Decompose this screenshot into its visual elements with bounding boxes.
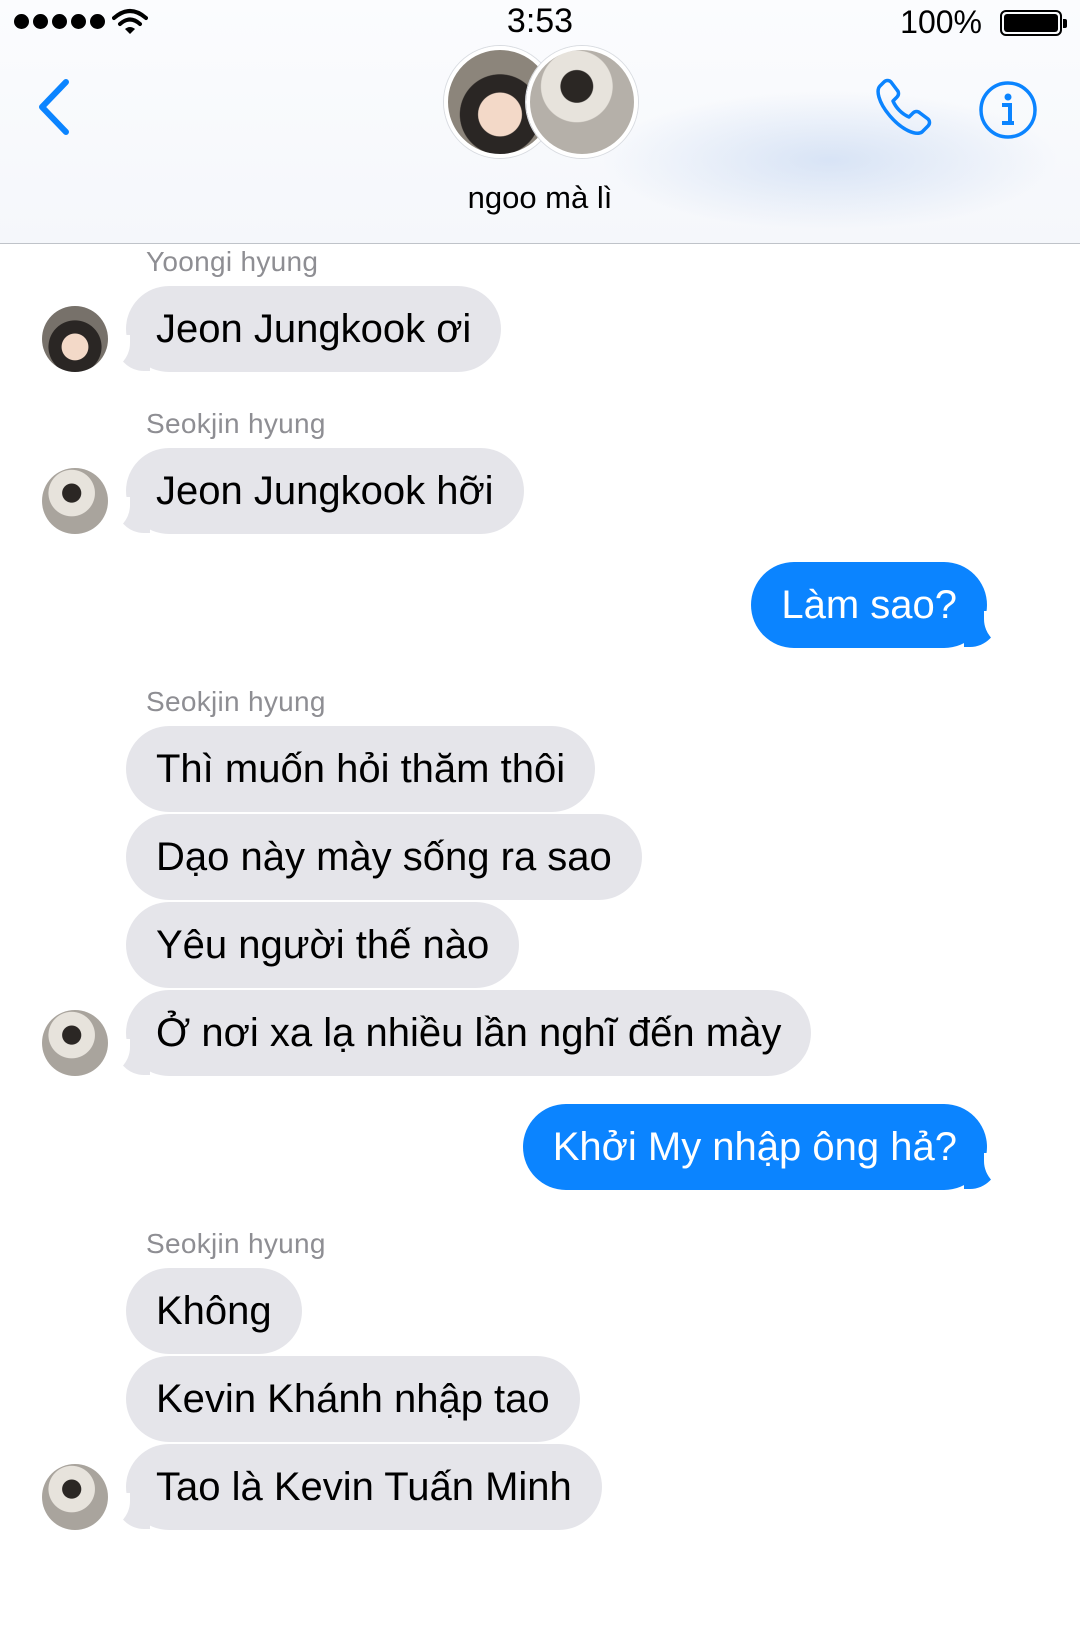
avatar bbox=[526, 46, 638, 158]
back-button[interactable] bbox=[34, 78, 74, 136]
sender-label: Yoongi hyung bbox=[146, 246, 319, 277]
message-bubble-incoming[interactable]: Yêu người thế nào bbox=[126, 902, 520, 988]
message-bubble-outgoing[interactable]: Khởi My nhập ông hả? bbox=[522, 1104, 987, 1190]
bubble-tail bbox=[102, 1493, 150, 1529]
message-bubble-incoming[interactable]: Dạo này mày sống ra sao bbox=[126, 814, 642, 900]
message-bubble-incoming[interactable]: Jeon Jungkook hỡi bbox=[126, 448, 524, 534]
message-bubble-incoming[interactable]: Không bbox=[126, 1268, 302, 1354]
sender-label: Seokjin hyung bbox=[146, 408, 326, 439]
message-bubble-outgoing[interactable]: Làm sao? bbox=[751, 562, 987, 648]
bubble-tail bbox=[102, 1039, 150, 1075]
message-bubble-incoming[interactable]: Jeon Jungkook ơi bbox=[126, 286, 502, 372]
message-bubble-incoming[interactable]: Ở nơi xa lạ nhiều lần nghĩ đến mày bbox=[126, 990, 812, 1076]
phone-icon[interactable] bbox=[872, 78, 934, 140]
message-bubble-incoming[interactable]: Thì muốn hỏi thăm thôi bbox=[126, 726, 596, 812]
message-bubble-incoming[interactable]: Kevin Khánh nhập tao bbox=[126, 1356, 580, 1442]
bubble-tail bbox=[102, 335, 150, 371]
message-thread[interactable]: Yoongi hyung Jeon Jungkook ơi Seokjin hy… bbox=[0, 244, 1080, 1643]
battery-percentage: 100% bbox=[900, 4, 982, 40]
battery-icon bbox=[1000, 10, 1067, 36]
message-bubble-incoming[interactable]: Tao là Kevin Tuấn Minh bbox=[126, 1444, 602, 1530]
bubble-tail bbox=[102, 497, 150, 533]
avatar[interactable] bbox=[42, 1464, 108, 1530]
avatar[interactable] bbox=[42, 306, 108, 372]
bubble-tail bbox=[964, 611, 1012, 647]
status-bar: 3:53 100% bbox=[0, 0, 1080, 44]
sender-label: Seokjin hyung bbox=[146, 1228, 326, 1259]
sender-label: Seokjin hyung bbox=[146, 686, 326, 717]
conversation-header: 3:53 100% ngoo mà lì bbox=[0, 0, 1080, 244]
group-avatar-stack[interactable] bbox=[444, 46, 638, 160]
avatar[interactable] bbox=[42, 468, 108, 534]
info-icon[interactable] bbox=[978, 80, 1038, 140]
bubble-tail bbox=[964, 1153, 1012, 1189]
group-title[interactable]: ngoo mà lì bbox=[0, 180, 1080, 216]
avatar[interactable] bbox=[42, 1010, 108, 1076]
